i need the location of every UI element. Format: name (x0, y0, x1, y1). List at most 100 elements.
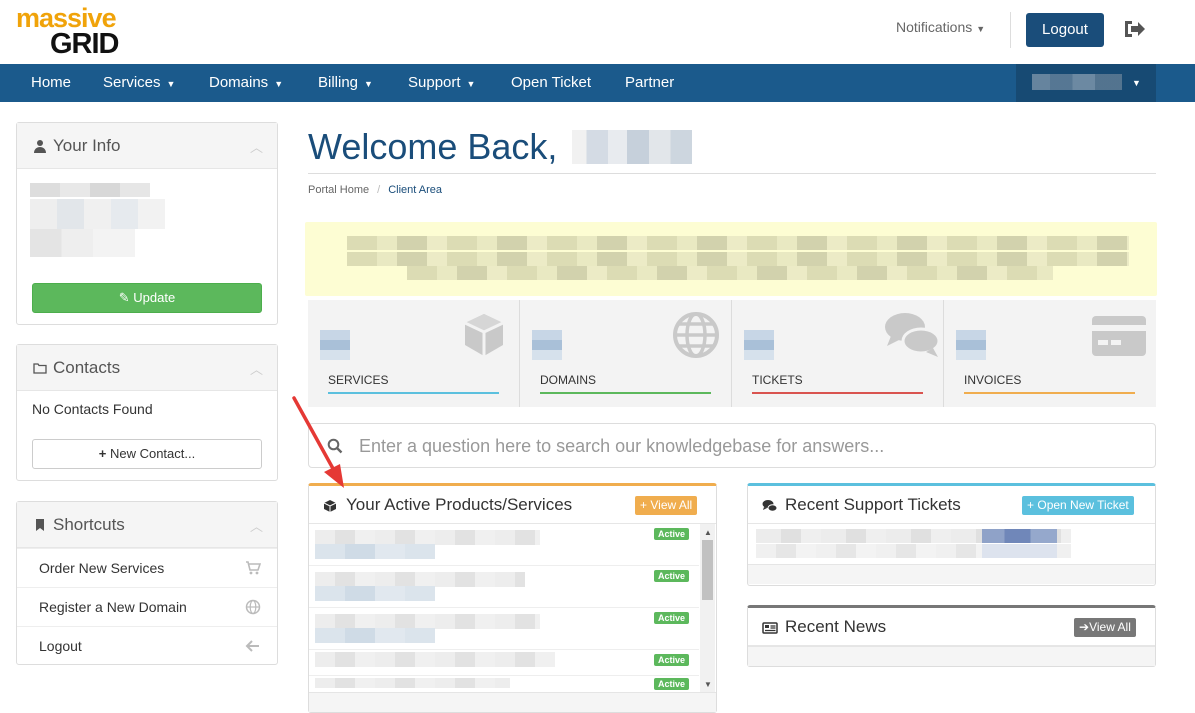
newspaper-icon (762, 621, 778, 635)
product-row[interactable]: Active (309, 676, 699, 692)
product-row[interactable]: Active (309, 608, 699, 650)
scroll-up-icon[interactable]: ▲ (704, 528, 712, 537)
panel-title: Shortcuts (53, 515, 125, 534)
breadcrumb-separator: / (377, 184, 381, 196)
status-badge: Active (653, 678, 689, 690)
nav-domains[interactable]: Domains ▼ (209, 64, 283, 102)
massivegrid-logo[interactable]: massive GRID (16, 5, 136, 59)
nav-label: Open Ticket (511, 74, 592, 91)
comments-icon (883, 310, 943, 360)
folder-icon (33, 361, 47, 375)
breadcrumb-portal-home[interactable]: Portal Home (308, 184, 369, 196)
redacted-info (30, 229, 135, 257)
tile-accent-bar (964, 392, 1135, 394)
chevron-up-icon[interactable]: ︿ (250, 516, 263, 535)
announcement-alert (305, 222, 1157, 296)
caret-down-icon: ▼ (976, 24, 986, 34)
redacted-text (407, 266, 1053, 280)
shortcut-register-domain[interactable]: Register a New Domain (17, 587, 277, 626)
nav-services[interactable]: Services ▼ (103, 64, 175, 102)
product-row[interactable]: Active (309, 566, 699, 608)
nav-home[interactable]: Home (31, 64, 71, 102)
redacted-product-name (315, 678, 510, 688)
redacted-username (572, 130, 692, 164)
logout-button[interactable]: Logout (1026, 13, 1104, 47)
header-divider (1010, 12, 1011, 48)
shortcuts-panel: Shortcuts ︿ Order New Services Register … (16, 501, 278, 665)
panel-title: Contacts (53, 358, 121, 377)
tile-label: SERVICES (328, 373, 389, 387)
panel-title: Recent News (785, 617, 887, 636)
redacted-product-name (315, 530, 540, 545)
nav-partner[interactable]: Partner (625, 64, 674, 102)
shortcut-label: Order New Services (39, 560, 165, 576)
divider (308, 173, 1156, 174)
redacted-ticket-link[interactable] (982, 529, 1057, 543)
nav-label: Billing (318, 74, 359, 91)
nav-label: Partner (625, 74, 675, 91)
view-all-label: View All (1089, 620, 1131, 634)
panel-footer (748, 646, 1155, 666)
redacted-count (956, 330, 986, 360)
shortcut-label: Logout (39, 638, 82, 654)
nav-label: Home (31, 74, 72, 91)
panel-header: Recent News ➔View All (748, 608, 1155, 646)
comments-icon (762, 499, 778, 513)
shortcut-logout[interactable]: Logout (17, 626, 277, 665)
chevron-up-icon[interactable]: ︿ (250, 359, 263, 378)
tile-services[interactable]: SERVICES (308, 300, 520, 407)
scrollbar-thumb[interactable] (702, 540, 713, 600)
panel-footer (748, 564, 1155, 584)
scroll-down-icon[interactable]: ▼ (704, 680, 712, 689)
caret-down-icon: ▼ (166, 79, 176, 89)
tile-label: INVOICES (964, 373, 1022, 387)
breadcrumb: Portal Home / Client Area (308, 184, 442, 196)
new-contact-label: New Contact... (109, 446, 196, 461)
cube-icon (323, 499, 337, 513)
chevron-up-icon[interactable]: ︿ (250, 137, 263, 156)
stats-tiles: SERVICES DOMAINS TICKETS INVOICES (308, 300, 1156, 407)
redacted-text (347, 236, 1129, 250)
new-contact-button[interactable]: + New Contact... (32, 439, 262, 469)
tile-invoices[interactable]: INVOICES (944, 300, 1156, 407)
tile-domains[interactable]: DOMAINS (520, 300, 732, 407)
knowledgebase-search (308, 423, 1156, 468)
news-view-all-button[interactable]: ➔View All (1074, 618, 1136, 637)
nav-billing[interactable]: Billing ▼ (318, 64, 373, 102)
update-label: Update (133, 290, 176, 305)
update-button[interactable]: ✎ Update (32, 283, 262, 313)
status-badge: Active (653, 612, 689, 624)
caret-down-icon: ▼ (364, 79, 373, 89)
nav-label: Services (103, 74, 161, 91)
tile-tickets[interactable]: TICKETS (732, 300, 944, 407)
panel-header[interactable]: Your Info ︿ (17, 123, 277, 169)
notifications-dropdown[interactable]: Notifications ▼ (896, 19, 985, 35)
tile-accent-bar (540, 392, 711, 394)
panel-header[interactable]: Shortcuts ︿ (17, 502, 277, 548)
status-badge: Active (653, 528, 689, 540)
redacted-count (320, 330, 350, 360)
products-view-all-button[interactable]: + View All (635, 496, 698, 515)
plus-icon: + (1027, 498, 1035, 512)
account-dropdown[interactable]: ▼ (1016, 64, 1156, 102)
product-row[interactable]: Active (309, 650, 699, 676)
account-name-redacted (1032, 74, 1122, 90)
nav-open-ticket[interactable]: Open Ticket (511, 64, 591, 102)
panel-title: Your Info (53, 136, 121, 155)
globe-icon (671, 310, 721, 360)
nav-support[interactable]: Support ▼ (408, 64, 475, 102)
panel-title: Your Active Products/Services (346, 495, 573, 514)
arrow-right-icon: ➔ (1079, 620, 1090, 634)
redacted-product-name (315, 572, 525, 587)
knowledgebase-search-input[interactable] (359, 432, 1139, 460)
open-new-ticket-button[interactable]: + Open New Ticket (1022, 496, 1134, 515)
product-row[interactable]: Active (309, 524, 699, 566)
panel-header[interactable]: Contacts ︿ (17, 345, 277, 391)
pencil-icon: ✎ (118, 290, 130, 305)
recent-tickets-panel: Recent Support Tickets + Open New Ticket (747, 483, 1156, 586)
tile-label: TICKETS (752, 373, 803, 387)
sign-out-icon[interactable] (1122, 18, 1146, 40)
caret-down-icon: ▼ (466, 79, 476, 89)
red-arrow-annotation (288, 392, 358, 492)
shortcut-order-new-services[interactable]: Order New Services (17, 548, 277, 587)
